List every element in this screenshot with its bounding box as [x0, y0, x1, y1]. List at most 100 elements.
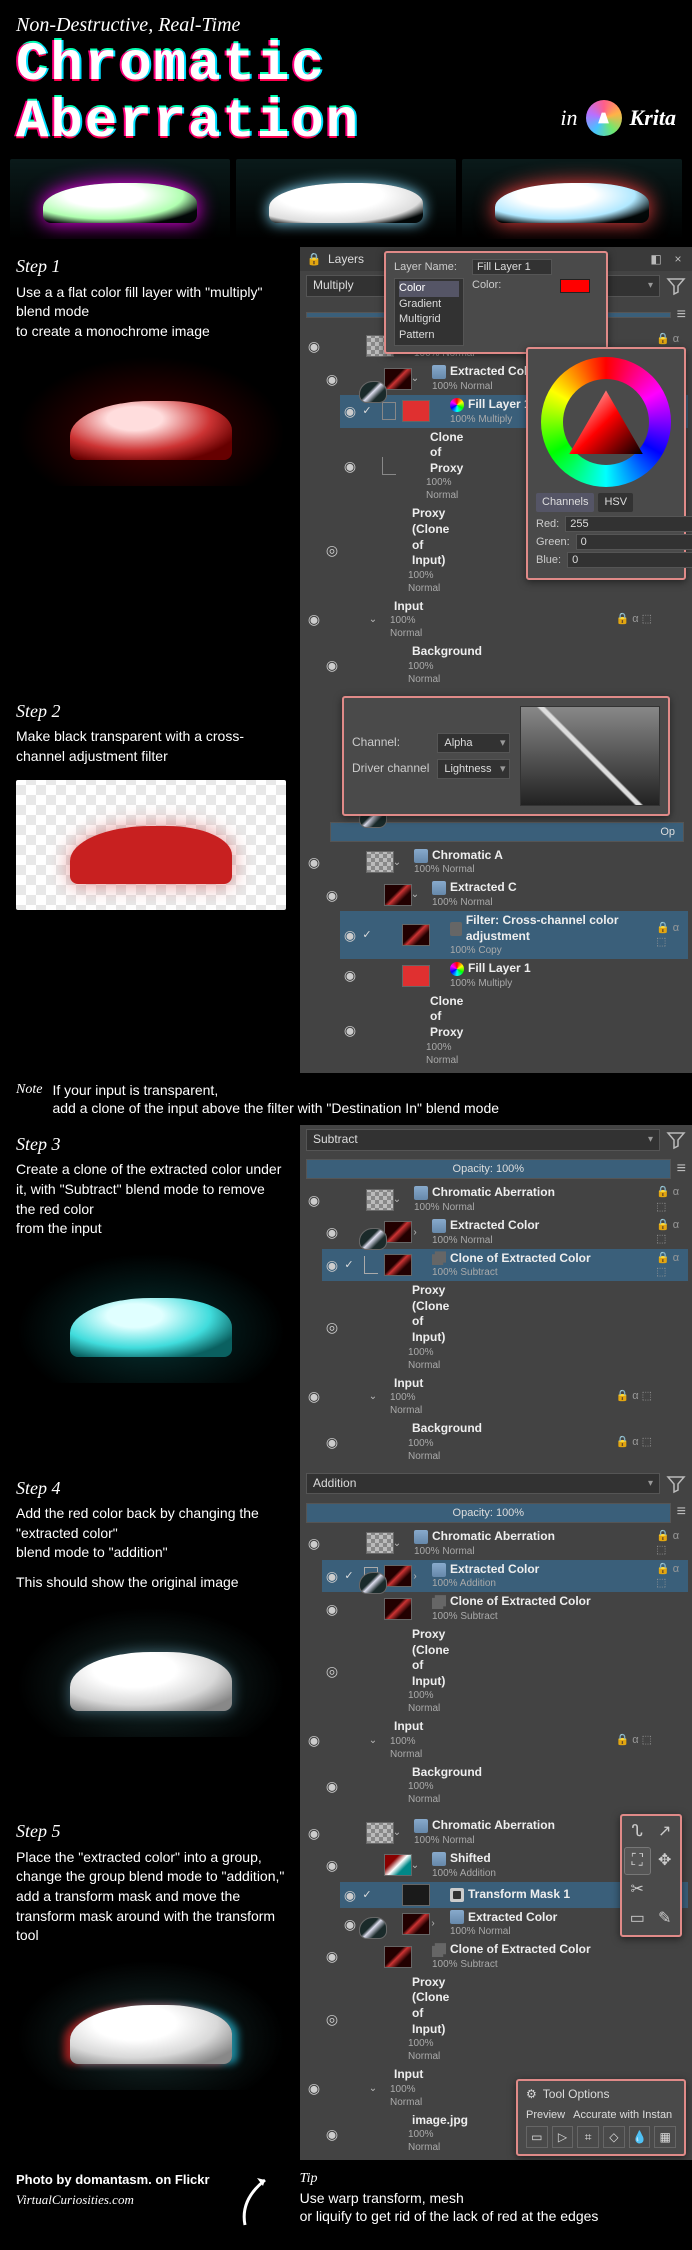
- visibility-toggle[interactable]: ◉: [342, 402, 358, 420]
- red-label: Red:: [536, 517, 559, 531]
- visibility-toggle[interactable]: ◎: [324, 1662, 340, 1680]
- group-icon: [414, 1186, 428, 1200]
- visibility-toggle[interactable]: ◎: [324, 1318, 340, 1336]
- visibility-toggle[interactable]: ◉: [342, 457, 358, 475]
- move-tool-icon[interactable]: ✥: [653, 1848, 678, 1874]
- visibility-toggle[interactable]: ◉: [324, 656, 340, 674]
- cross-channel-popup[interactable]: Channel: Alpha Driver channel Lightness: [342, 696, 670, 816]
- float-icon[interactable]: ◧: [648, 251, 664, 267]
- close-icon[interactable]: ×: [670, 251, 686, 267]
- visibility-toggle[interactable]: ◉: [342, 926, 358, 944]
- visibility-toggle[interactable]: ◎: [324, 541, 340, 559]
- visibility-toggle[interactable]: ◉: [306, 1387, 322, 1405]
- red-input[interactable]: [565, 516, 692, 532]
- visibility-toggle[interactable]: ◉: [342, 1915, 358, 1933]
- visibility-toggle[interactable]: ◉: [306, 1824, 322, 1842]
- visibility-toggle[interactable]: ◉: [306, 1191, 322, 1209]
- opacity-bar[interactable]: Opacity: 100%: [306, 1503, 671, 1523]
- tool-options-popup[interactable]: ⚙Tool Options PreviewAccurate with Insta…: [516, 2079, 686, 2157]
- visibility-toggle[interactable]: ◉: [306, 337, 322, 355]
- layer-thumb[interactable]: [359, 1917, 387, 1939]
- green-input[interactable]: [576, 534, 692, 550]
- layer-thumb[interactable]: [359, 1228, 387, 1250]
- rect-tool-icon[interactable]: ▭: [625, 1906, 650, 1932]
- transform-perspective-icon[interactable]: ▷: [552, 2126, 574, 2148]
- layer-row-selected[interactable]: ◉✓Clone of Extracted Color100% Subtract🔒…: [322, 1249, 688, 1282]
- transform-cage-icon[interactable]: ◇: [603, 2126, 625, 2148]
- color-wheel[interactable]: [541, 357, 671, 487]
- visibility-toggle[interactable]: ◉: [342, 1021, 358, 1039]
- lock-icon[interactable]: 🔒: [306, 251, 322, 267]
- layer-thumb[interactable]: [384, 1946, 412, 1968]
- fill-option-multigrid[interactable]: Multigrid: [399, 312, 459, 327]
- picker-tool-icon[interactable]: ✎: [653, 1906, 678, 1932]
- visibility-toggle[interactable]: ◉: [324, 370, 340, 388]
- filter-icon[interactable]: [666, 1474, 686, 1494]
- color-picker-popup[interactable]: ChannelsHSV Red: Green: Blue:: [526, 347, 686, 579]
- color-swatch[interactable]: [560, 279, 590, 293]
- visibility-toggle[interactable]: ◉: [306, 1731, 322, 1749]
- visibility-toggle[interactable]: ◉: [324, 1223, 340, 1241]
- visibility-toggle[interactable]: ◎: [324, 2010, 340, 2028]
- visibility-toggle[interactable]: ◉: [306, 1534, 322, 1552]
- layer-thumb[interactable]: [402, 1884, 430, 1906]
- layer-name-input[interactable]: [472, 259, 552, 275]
- fill-option-pattern[interactable]: Pattern: [399, 328, 459, 343]
- expand-toggle[interactable]: ⌄: [408, 372, 422, 385]
- transform-warp-icon[interactable]: ⌗: [577, 2126, 599, 2148]
- blue-input[interactable]: [567, 552, 692, 568]
- accurate-option[interactable]: Accurate with Instan: [573, 2108, 672, 2122]
- transform-mesh-icon[interactable]: ▦: [654, 2126, 676, 2148]
- visibility-toggle[interactable]: ◉: [324, 1256, 340, 1274]
- layer-thumb[interactable]: [402, 965, 430, 987]
- layer-thumb[interactable]: [359, 381, 387, 403]
- visibility-toggle[interactable]: ◉: [324, 1567, 340, 1585]
- transform-free-icon[interactable]: ▭: [526, 2126, 548, 2148]
- layer-thumb[interactable]: [359, 1572, 387, 1594]
- cage-tool-icon[interactable]: ↗: [653, 1819, 678, 1845]
- visibility-toggle[interactable]: ◉: [324, 886, 340, 904]
- visibility-toggle[interactable]: ◉: [324, 1600, 340, 1618]
- visibility-toggle[interactable]: ◉: [324, 2125, 340, 2143]
- transform-liquify-icon[interactable]: 💧: [629, 2126, 651, 2148]
- color-triangle[interactable]: [569, 390, 643, 454]
- fill-option-gradient[interactable]: Gradient: [399, 297, 459, 312]
- filter-icon[interactable]: [666, 1130, 686, 1150]
- visibility-toggle[interactable]: ◉: [324, 1856, 340, 1874]
- visibility-toggle[interactable]: ◉: [324, 1777, 340, 1795]
- hsv-tab[interactable]: HSV: [598, 493, 633, 511]
- expand-toggle[interactable]: ⌄: [366, 613, 380, 626]
- filter-icon[interactable]: [666, 276, 686, 296]
- visibility-toggle[interactable]: ◉: [324, 1947, 340, 1965]
- menu-icon[interactable]: ≡: [677, 1159, 686, 1180]
- layer-thumb[interactable]: [384, 1598, 412, 1620]
- warp-tool-icon[interactable]: ᔐ: [625, 1819, 650, 1845]
- channel-select[interactable]: Alpha: [437, 733, 510, 753]
- layer-thumb[interactable]: [384, 1254, 412, 1276]
- opacity-bar[interactable]: Opacity: 100%: [306, 1159, 671, 1179]
- layer-locks[interactable]: 🔒 α ⬚: [414, 612, 652, 626]
- fill-option-color[interactable]: Color: [399, 281, 459, 296]
- menu-icon[interactable]: ≡: [677, 305, 686, 326]
- visibility-toggle[interactable]: ◉: [306, 610, 322, 628]
- visibility-toggle[interactable]: ◉: [342, 1886, 358, 1904]
- channels-tab[interactable]: Channels: [536, 493, 594, 511]
- visibility-toggle[interactable]: ◉: [342, 966, 358, 984]
- visibility-toggle[interactable]: ◉: [306, 853, 322, 871]
- layer-thumb[interactable]: [402, 924, 430, 946]
- layer-properties-popup[interactable]: Layer Name: Color Gradient Multigrid Pat…: [384, 251, 608, 354]
- driver-select[interactable]: Lightness: [437, 759, 510, 779]
- blend-mode-select[interactable]: Addition▾: [306, 1473, 660, 1495]
- visibility-toggle[interactable]: ◉: [324, 1433, 340, 1451]
- fill-type-list[interactable]: Color Gradient Multigrid Pattern: [394, 278, 464, 346]
- crop-tool-icon[interactable]: ✂: [625, 1877, 650, 1903]
- preview-option[interactable]: Preview: [526, 2108, 565, 2122]
- layer-thumb[interactable]: [402, 400, 430, 422]
- blend-mode-select[interactable]: Subtract▾: [306, 1129, 660, 1151]
- visibility-toggle[interactable]: ◉: [306, 2079, 322, 2097]
- transform-toolbox[interactable]: ᔐ ↗ ⛶ ✥ ✂ ▭ ✎: [620, 1814, 682, 1937]
- menu-icon[interactable]: ≡: [677, 1502, 686, 1523]
- curve-editor[interactable]: [520, 706, 660, 806]
- free-transform-icon[interactable]: ⛶: [625, 1848, 650, 1874]
- layer-row-selected[interactable]: ◉✓Filter: Cross-channel color adjustment…: [340, 911, 688, 959]
